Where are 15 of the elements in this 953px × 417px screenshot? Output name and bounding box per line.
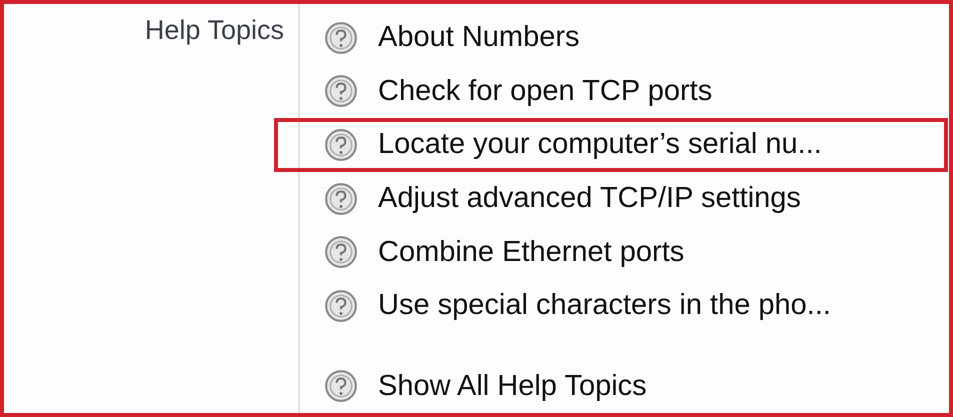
help-topic-item[interactable]: Locate your computer’s serial nu... <box>274 118 948 172</box>
help-icon <box>324 20 358 55</box>
help-icon <box>324 288 358 323</box>
help-topic-item[interactable]: Use special characters in the pho... <box>300 278 948 332</box>
help-topic-item[interactable]: About Numbers <box>300 11 948 65</box>
help-icon <box>324 74 358 108</box>
help-topic-item[interactable]: Combine Ethernet ports <box>300 225 948 279</box>
show-all-help-topics-item[interactable]: Show All Help Topics <box>300 359 948 413</box>
help-topics-label: Help Topics <box>144 14 284 47</box>
help-icon <box>324 235 358 270</box>
help-topic-item[interactable]: Check for open TCP ports <box>300 64 948 118</box>
help-topic-item[interactable]: Adjust advanced TCP/IP settings <box>300 172 948 226</box>
help-icon <box>324 128 358 162</box>
help-icon <box>324 182 358 216</box>
help-icon <box>324 369 358 404</box>
